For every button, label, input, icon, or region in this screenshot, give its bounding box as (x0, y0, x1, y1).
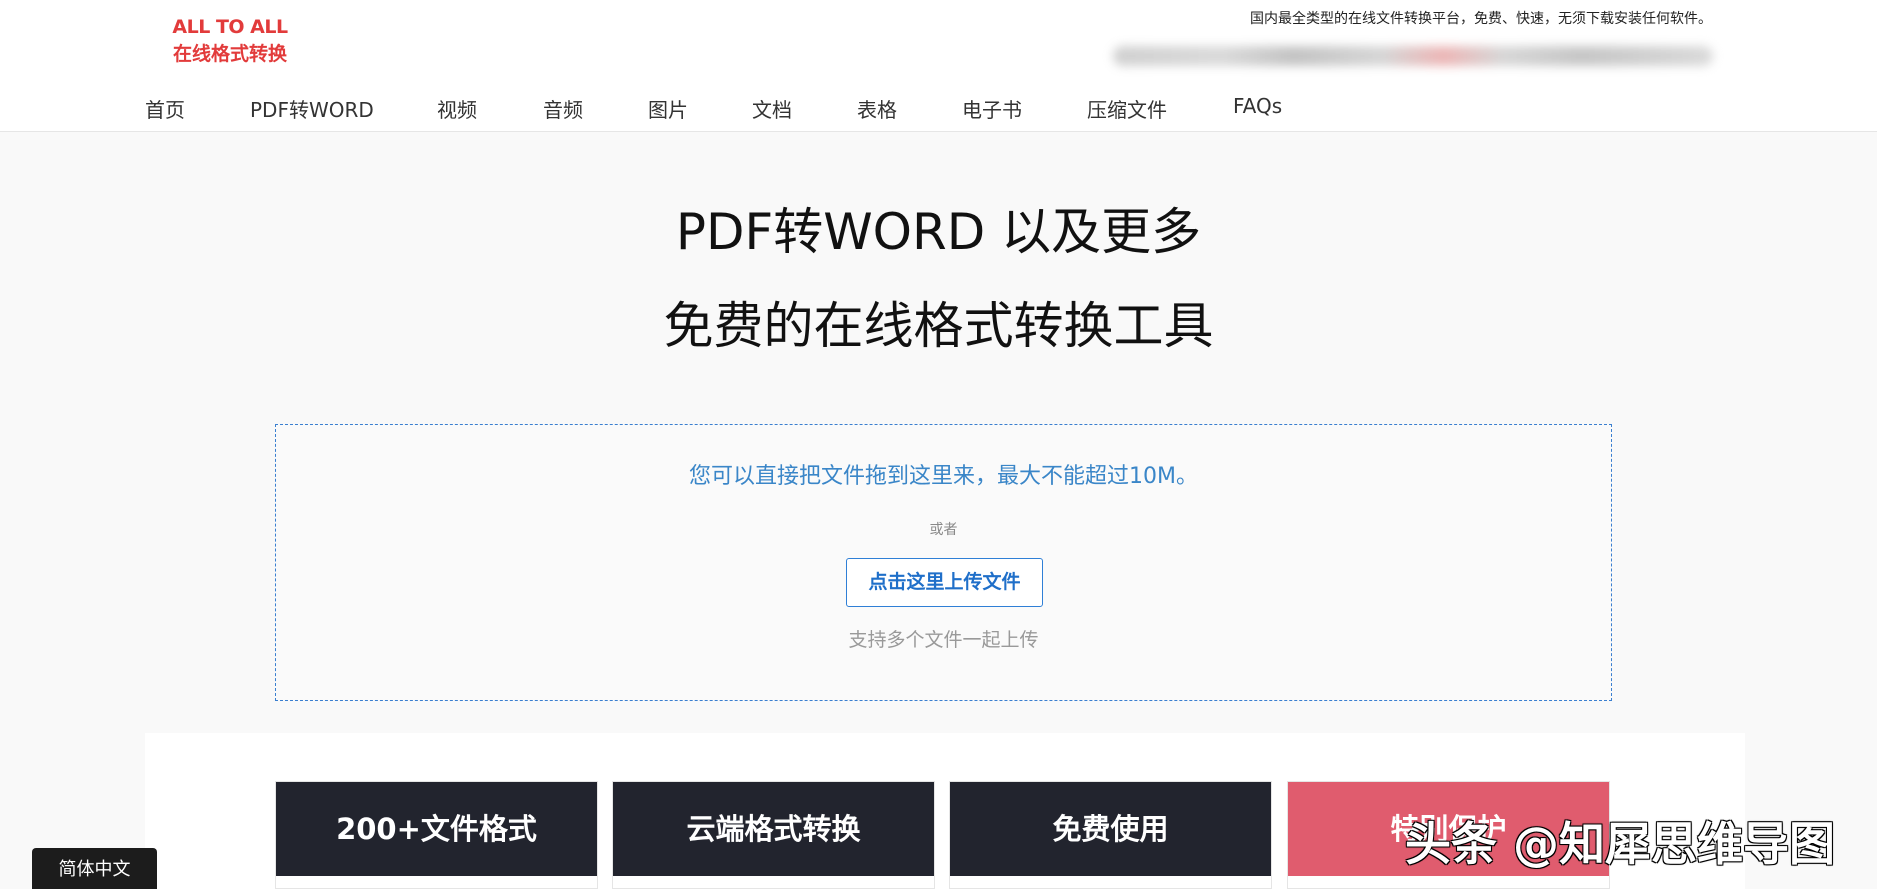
multi-upload-note: 支持多个文件一起上传 (848, 629, 1039, 651)
feature-card-title: 云端格式转换 (613, 782, 934, 876)
feature-card-cloud: 云端格式转换 (612, 781, 935, 889)
blurred-header-text (1113, 46, 1713, 66)
nav-item-image[interactable]: 图片 (648, 94, 688, 123)
feature-card-title: 200+文件格式 (276, 782, 597, 876)
nav-item-spreadsheet[interactable]: 表格 (857, 94, 897, 123)
hero-title-line-1: PDF转WORD 以及更多 (675, 203, 1202, 261)
nav-item-archive[interactable]: 压缩文件 (1087, 94, 1167, 123)
feature-card-title: 免费使用 (950, 782, 1271, 876)
logo-line-1: ALL TO ALL (172, 16, 288, 38)
site-tagline: 国内最全类型的在线文件转换平台，免费、快速，无须下载安装任何软件。 (1250, 11, 1712, 27)
site-header: ALL TO ALL 在线格式转换 国内最全类型的在线文件转换平台，免费、快速，… (0, 0, 1877, 132)
file-dropzone[interactable]: 您可以直接把文件拖到这里来，最大不能超过10M。 或者 点击这里上传文件 支持多… (275, 424, 1612, 701)
logo-line-2: 在线格式转换 (172, 43, 287, 65)
nav-item-video[interactable]: 视频 (437, 94, 477, 123)
hero-title-line-2: 免费的在线格式转换工具 (663, 297, 1214, 355)
site-logo[interactable]: ALL TO ALL 在线格式转换 (150, 14, 310, 68)
watermark-text: 头条 @知犀思维导图 (1405, 817, 1836, 871)
upload-file-button[interactable]: 点击这里上传文件 (846, 558, 1043, 607)
nav-item-audio[interactable]: 音频 (543, 94, 583, 123)
nav-item-faqs[interactable]: FAQs (1233, 94, 1282, 118)
dropzone-hint: 您可以直接把文件拖到这里来，最大不能超过10M。 (689, 464, 1198, 489)
main-nav: 首页 PDF转WORD 视频 音频 图片 文档 表格 电子书 压缩文件 FAQs (0, 90, 1877, 124)
dropzone-or-label: 或者 (929, 522, 958, 538)
nav-item-ebook[interactable]: 电子书 (962, 94, 1022, 123)
feature-card-formats: 200+文件格式 (275, 781, 598, 889)
nav-item-document[interactable]: 文档 (752, 94, 792, 123)
feature-card-free: 免费使用 (949, 781, 1272, 889)
language-selector[interactable]: 简体中文 (32, 848, 157, 889)
nav-item-home[interactable]: 首页 (145, 94, 185, 123)
nav-item-pdf-to-word[interactable]: PDF转WORD (250, 94, 374, 123)
